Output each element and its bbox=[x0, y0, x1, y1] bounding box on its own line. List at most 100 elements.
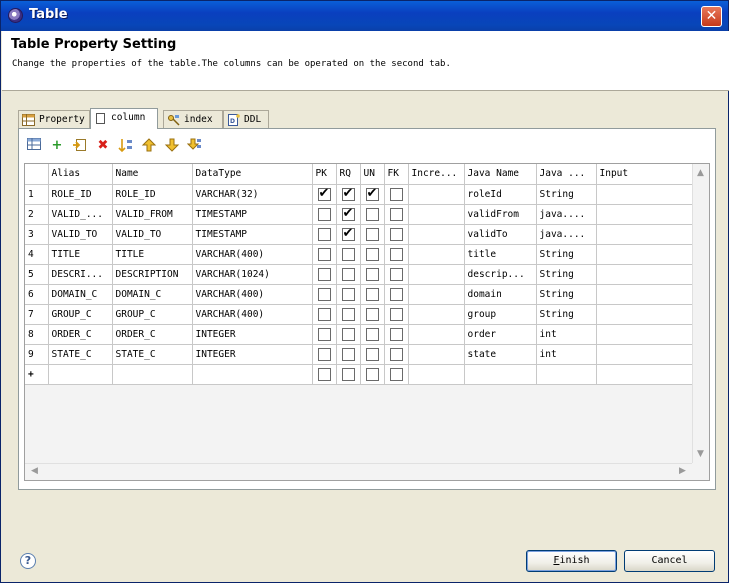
empty-cell[interactable] bbox=[464, 364, 537, 385]
unchecked-checkbox[interactable] bbox=[317, 367, 331, 381]
unchecked-checkbox[interactable] bbox=[389, 187, 403, 201]
cell-incre[interactable] bbox=[408, 344, 465, 365]
cell-java-type[interactable]: int bbox=[536, 324, 597, 345]
unchecked-checkbox[interactable] bbox=[365, 347, 379, 361]
table-row[interactable]: 1ROLE_IDROLE_IDVARCHAR(32)roleIdString bbox=[25, 184, 693, 205]
table-row[interactable]: 9 STATE_C STATE_C INTEGER state int bbox=[25, 344, 693, 365]
cell-java-name[interactable]: descrip... bbox=[464, 264, 537, 285]
cell-name[interactable]: GROUP_C bbox=[112, 304, 193, 325]
unchecked-checkbox[interactable] bbox=[317, 347, 331, 361]
cell-input[interactable] bbox=[596, 324, 693, 345]
cell-alias[interactable]: GROUP_C bbox=[48, 304, 113, 325]
tab-index[interactable]: index bbox=[163, 110, 223, 129]
cell-input[interactable] bbox=[596, 284, 693, 305]
column-header[interactable]: Input bbox=[596, 164, 693, 185]
cell-alias[interactable]: VALID_TO bbox=[48, 224, 113, 245]
tab-ddl[interactable]: D DDL bbox=[223, 110, 269, 129]
unchecked-checkbox[interactable] bbox=[317, 247, 331, 261]
cell-java-name[interactable]: roleId bbox=[464, 184, 537, 205]
column-header[interactable]: UN bbox=[360, 164, 385, 185]
cell-java-type[interactable]: String bbox=[536, 284, 597, 305]
move-up-icon[interactable] bbox=[140, 137, 158, 155]
unchecked-checkbox[interactable] bbox=[365, 307, 379, 321]
cell-java-name[interactable]: domain bbox=[464, 284, 537, 305]
unchecked-checkbox[interactable] bbox=[389, 347, 403, 361]
cell-incre[interactable] bbox=[408, 284, 465, 305]
empty-cell[interactable] bbox=[536, 364, 597, 385]
cell-java-name[interactable]: validFrom bbox=[464, 204, 537, 225]
cell-alias[interactable]: DOMAIN_C bbox=[48, 284, 113, 305]
cell-java-name[interactable]: state bbox=[464, 344, 537, 365]
cell-java-type[interactable]: String bbox=[536, 264, 597, 285]
cell-type[interactable]: VARCHAR(1024) bbox=[192, 264, 313, 285]
table-row[interactable]: 5 DESCRI... DESCRIPTION VARCHAR(1024) descri… bbox=[25, 264, 693, 285]
cell-java-name[interactable]: validTo bbox=[464, 224, 537, 245]
cell-incre[interactable] bbox=[408, 304, 465, 325]
table-row[interactable]: 3VALID_TOVALID_TOTIMESTAMPvalidTojava...… bbox=[25, 224, 693, 245]
unchecked-checkbox[interactable] bbox=[365, 287, 379, 301]
cell-input[interactable] bbox=[596, 224, 693, 245]
cell-type[interactable]: INTEGER bbox=[192, 324, 313, 345]
cell-input[interactable] bbox=[596, 244, 693, 265]
cell-java-type[interactable]: String bbox=[536, 184, 597, 205]
cell-java-name[interactable]: title bbox=[464, 244, 537, 265]
unchecked-checkbox[interactable] bbox=[317, 227, 331, 241]
cell-input[interactable] bbox=[596, 184, 693, 205]
table-row[interactable]: 7 GROUP_C GROUP_C VARCHAR(400) group String bbox=[25, 304, 693, 325]
column-header[interactable]: PK bbox=[312, 164, 337, 185]
cell-alias[interactable]: TITLE bbox=[48, 244, 113, 265]
column-header[interactable]: FK bbox=[384, 164, 409, 185]
cell-java-type[interactable]: String bbox=[536, 304, 597, 325]
vertical-scrollbar[interactable]: ▲ ▼ bbox=[692, 164, 709, 464]
column-header[interactable]: Name bbox=[112, 164, 193, 185]
empty-cell[interactable] bbox=[112, 364, 193, 385]
unchecked-checkbox[interactable] bbox=[389, 207, 403, 221]
unchecked-checkbox[interactable] bbox=[341, 367, 355, 381]
unchecked-checkbox[interactable] bbox=[317, 267, 331, 281]
unchecked-checkbox[interactable] bbox=[365, 207, 379, 221]
cell-incre[interactable] bbox=[408, 244, 465, 265]
cell-name[interactable]: STATE_C bbox=[112, 344, 193, 365]
scroll-up-arrow[interactable]: ▲ bbox=[693, 166, 708, 181]
table-row[interactable]: 6 DOMAIN_C DOMAIN_C VARCHAR(400) domain Strin… bbox=[25, 284, 693, 305]
unchecked-checkbox[interactable] bbox=[365, 367, 379, 381]
sort-icon[interactable] bbox=[117, 137, 135, 155]
cell-name[interactable]: DESCRIPTION bbox=[112, 264, 193, 285]
unchecked-checkbox[interactable] bbox=[389, 307, 403, 321]
scroll-left-arrow[interactable]: ◀ bbox=[27, 464, 42, 479]
cell-java-type[interactable]: java.... bbox=[536, 204, 597, 225]
scroll-right-arrow[interactable]: ▶ bbox=[675, 464, 690, 479]
unchecked-checkbox[interactable] bbox=[317, 327, 331, 341]
cell-name[interactable]: VALID_TO bbox=[112, 224, 193, 245]
cell-type[interactable]: VARCHAR(400) bbox=[192, 244, 313, 265]
cell-java-name[interactable]: group bbox=[464, 304, 537, 325]
unchecked-checkbox[interactable] bbox=[389, 287, 403, 301]
unchecked-checkbox[interactable] bbox=[317, 207, 331, 221]
unchecked-checkbox[interactable] bbox=[365, 267, 379, 281]
column-header[interactable]: Alias bbox=[48, 164, 113, 185]
cell-input[interactable] bbox=[596, 204, 693, 225]
unchecked-checkbox[interactable] bbox=[389, 267, 403, 281]
unchecked-checkbox[interactable] bbox=[389, 327, 403, 341]
column-header[interactable]: RQ bbox=[336, 164, 361, 185]
cell-java-type[interactable]: int bbox=[536, 344, 597, 365]
empty-cell[interactable] bbox=[596, 364, 693, 385]
checked-checkbox[interactable] bbox=[341, 206, 355, 221]
unchecked-checkbox[interactable] bbox=[341, 287, 355, 301]
cell-type[interactable]: VARCHAR(400) bbox=[192, 284, 313, 305]
cell-input[interactable] bbox=[596, 264, 693, 285]
cell-name[interactable]: TITLE bbox=[112, 244, 193, 265]
move-down-icon[interactable] bbox=[163, 137, 181, 155]
checked-checkbox[interactable] bbox=[341, 226, 355, 241]
table-row[interactable]: 2VALID_...VALID_FROMTIMESTAMP validFromja… bbox=[25, 204, 693, 225]
tab-column[interactable]: column bbox=[90, 108, 158, 129]
cell-incre[interactable] bbox=[408, 264, 465, 285]
cell-type[interactable]: INTEGER bbox=[192, 344, 313, 365]
checked-checkbox[interactable] bbox=[365, 186, 379, 201]
cell-incre[interactable] bbox=[408, 204, 465, 225]
table-row[interactable]: 8 ORDER_C ORDER_C INTEGER order int bbox=[25, 324, 693, 345]
cell-input[interactable] bbox=[596, 304, 693, 325]
finish-button[interactable]: Finish bbox=[526, 550, 617, 572]
cell-alias[interactable]: DESCRI... bbox=[48, 264, 113, 285]
cancel-button[interactable]: Cancel bbox=[624, 550, 715, 572]
